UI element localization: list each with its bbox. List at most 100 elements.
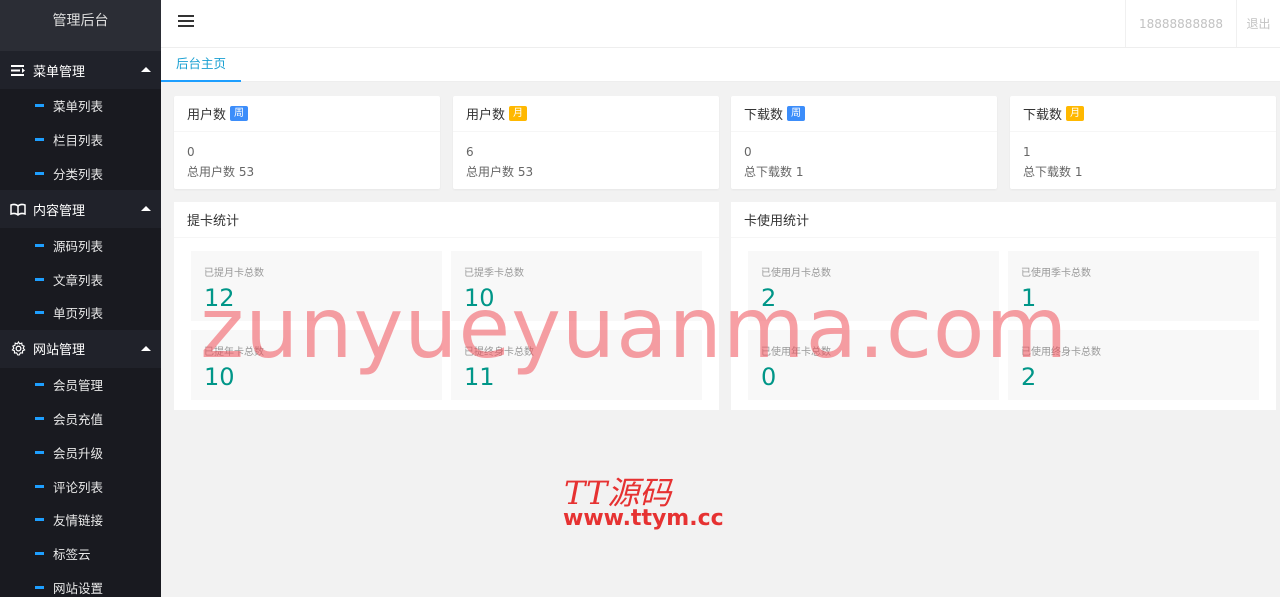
card-body: 6 总用户数 53 <box>453 132 719 191</box>
dash-icon <box>35 416 44 420</box>
tile-label: 已提季卡总数 <box>464 268 524 279</box>
stat-total: 总用户数 53 <box>466 165 534 179</box>
card-title: 用户数 <box>466 108 506 123</box>
stat-value: 0 <box>187 145 195 159</box>
stat-total: 总下载数 1 <box>744 165 804 179</box>
card-body: 0 总下载数 1 <box>731 132 997 191</box>
dash-icon <box>35 277 44 281</box>
sub-list: 源码列表 文章列表 单页列表 <box>0 228 161 330</box>
stat-total: 总用户数 53 <box>187 165 255 179</box>
watermark-main: zunyueyuanma.com <box>200 279 1069 377</box>
sidebar-item-member-manage[interactable]: 会员管理 <box>0 368 161 402</box>
card-body: 1 总下载数 1 <box>1010 132 1276 191</box>
sub-item-label: 文章列表 <box>53 272 104 288</box>
stat-card-downloads-month: 下载数 月 1 总下载数 1 <box>1010 96 1276 189</box>
menu-head-label: 内容管理 <box>33 203 86 219</box>
dash-icon <box>35 518 44 522</box>
card-title: 下载数 <box>1023 108 1063 123</box>
dash-icon <box>35 585 44 589</box>
menu-head-site-manage[interactable]: 网站管理 <box>0 329 161 368</box>
sub-item-label: 分类列表 <box>53 166 104 182</box>
card-body: 0 总用户数 53 <box>174 132 440 191</box>
dash-icon <box>35 484 44 488</box>
sub-item-label: 友情链接 <box>53 513 104 529</box>
user-account[interactable]: 18888888888 <box>1125 0 1236 47</box>
list-icon <box>10 62 26 78</box>
stat-card-users-month: 用户数 月 6 总用户数 53 <box>453 96 719 189</box>
stat-card-downloads-week: 下载数 周 0 总下载数 1 <box>731 96 997 189</box>
card-header: 用户数 月 <box>453 96 719 132</box>
sidebar-item-column-list[interactable]: 栏目列表 <box>0 123 161 157</box>
week-badge: 周 <box>230 106 249 121</box>
panel-title: 提卡统计 <box>174 202 719 238</box>
stat-value: 0 <box>744 145 752 159</box>
sidebar: 管理后台 菜单管理 菜单列表 栏目列表 分类列表 内容管理 源码列表 文章列表 <box>0 0 161 597</box>
menu-group-menu: 菜单管理 菜单列表 栏目列表 分类列表 <box>0 51 161 191</box>
chevron-up-icon <box>141 67 151 72</box>
week-badge: 周 <box>787 106 806 121</box>
sidebar-item-comment-list[interactable]: 评论列表 <box>0 469 161 503</box>
sub-item-label: 栏目列表 <box>53 133 104 149</box>
dash-icon <box>35 311 44 315</box>
panel-title: 卡使用统计 <box>731 202 1276 238</box>
dash-icon <box>35 138 44 142</box>
top-bar: 18888888888 退出 <box>161 0 1280 48</box>
stat-value: 1 <box>1023 145 1031 159</box>
menu-toggle-icon[interactable] <box>178 12 196 32</box>
sub-item-label: 单页列表 <box>53 306 104 322</box>
sidebar-item-member-recharge[interactable]: 会员充值 <box>0 402 161 436</box>
dash-icon <box>35 383 44 387</box>
sidebar-item-source-list[interactable]: 源码列表 <box>0 228 161 262</box>
sidebar-item-page-list[interactable]: 单页列表 <box>0 296 161 330</box>
watermark-site: www.ttym.cc <box>563 506 724 531</box>
sidebar-item-site-settings[interactable]: 网站设置 <box>0 571 161 597</box>
menu-group-site: 网站管理 会员管理 会员充值 会员升级 评论列表 友情链接 标签云 网站设置 <box>0 329 161 597</box>
sub-item-label: 会员管理 <box>53 378 104 394</box>
menu-head-label: 菜单管理 <box>33 64 86 80</box>
card-title: 下载数 <box>744 108 784 123</box>
sidebar-item-category-list[interactable]: 分类列表 <box>0 157 161 191</box>
gear-icon <box>10 341 26 357</box>
sub-item-label: 评论列表 <box>53 479 104 495</box>
stat-total: 总下载数 1 <box>1023 165 1083 179</box>
month-badge: 月 <box>1066 106 1085 121</box>
stat-value: 6 <box>466 145 474 159</box>
sub-list: 菜单列表 栏目列表 分类列表 <box>0 89 161 191</box>
sidebar-item-tag-cloud[interactable]: 标签云 <box>0 537 161 571</box>
month-badge: 月 <box>509 106 528 121</box>
dash-icon <box>35 171 44 175</box>
dash-icon <box>35 450 44 454</box>
sub-item-label: 会员充值 <box>53 411 104 427</box>
tile-label: 已提月卡总数 <box>204 268 264 279</box>
chevron-up-icon <box>141 345 151 351</box>
menu-head-menu-manage[interactable]: 菜单管理 <box>0 51 161 89</box>
card-header: 用户数 周 <box>174 96 440 132</box>
dash-icon <box>35 552 44 556</box>
sidebar-item-member-upgrade[interactable]: 会员升级 <box>0 435 161 469</box>
sidebar-item-friend-links[interactable]: 友情链接 <box>0 503 161 537</box>
sub-item-label: 标签云 <box>53 547 91 563</box>
tab-bar: 后台主页 <box>161 48 1280 82</box>
dash-icon <box>35 104 44 108</box>
sub-item-label: 源码列表 <box>53 238 104 254</box>
menu-group-content: 内容管理 源码列表 文章列表 单页列表 <box>0 190 161 330</box>
sidebar-item-article-list[interactable]: 文章列表 <box>0 262 161 296</box>
sub-item-label: 网站设置 <box>53 580 104 596</box>
logo[interactable]: 管理后台 <box>0 0 161 51</box>
top-right: 18888888888 退出 <box>1125 0 1280 47</box>
menu-head-content-manage[interactable]: 内容管理 <box>0 190 161 229</box>
sub-item-label: 会员升级 <box>53 445 104 461</box>
book-icon <box>10 201 26 217</box>
logout-link[interactable]: 退出 <box>1236 0 1280 47</box>
menu-head-label: 网站管理 <box>33 343 86 359</box>
chevron-up-icon <box>141 206 151 212</box>
card-header: 下载数 月 <box>1010 96 1276 132</box>
tab-home[interactable]: 后台主页 <box>161 48 241 82</box>
stat-card-users-week: 用户数 周 0 总用户数 53 <box>174 96 440 189</box>
sub-list: 会员管理 会员充值 会员升级 评论列表 友情链接 标签云 网站设置 <box>0 367 161 597</box>
card-header: 下载数 周 <box>731 96 997 132</box>
sidebar-item-menu-list[interactable]: 菜单列表 <box>0 89 161 123</box>
tile-label: 已使用月卡总数 <box>761 268 831 279</box>
dash-icon <box>35 243 44 247</box>
card-title: 用户数 <box>187 108 227 123</box>
